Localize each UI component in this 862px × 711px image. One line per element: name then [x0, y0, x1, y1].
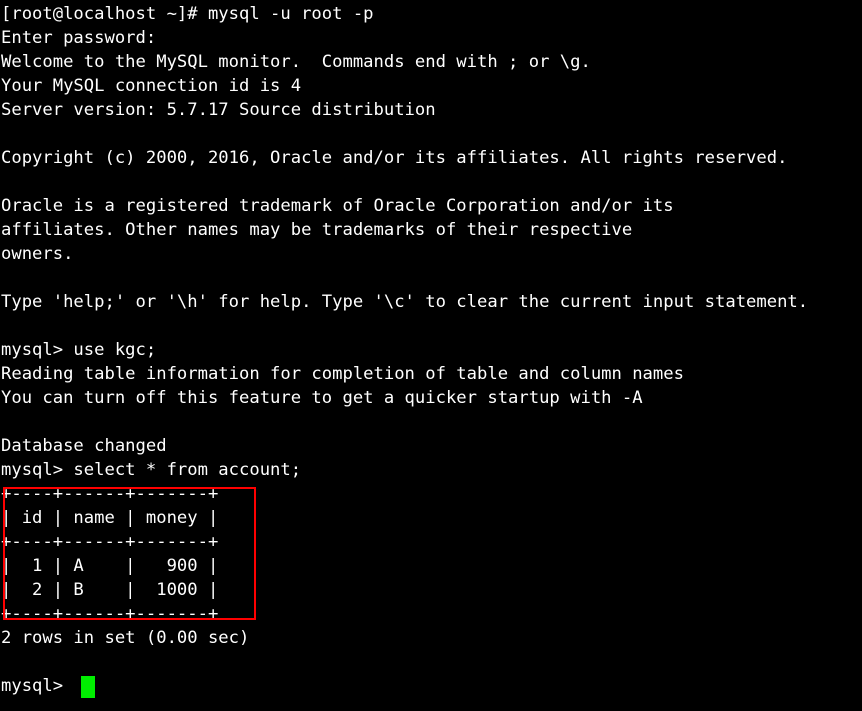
terminal-line-connection-id: Your MySQL connection id is 4: [1, 76, 302, 96]
terminal-line-blank-1: [1, 122, 861, 146]
result-table-row: | 2 | B | 1000 |: [1, 580, 219, 600]
result-table-header-row: | id | name | money |: [1, 508, 219, 528]
terminal-line-trademark-3: owners.: [1, 244, 74, 264]
terminal-line-trademark-1: Oracle is a registered trademark of Orac…: [1, 196, 674, 216]
terminal-line-password: Enter password:: [1, 28, 157, 48]
result-table-border-bottom: +----+------+-------+: [1, 604, 219, 624]
terminal-line-blank-5: [1, 410, 861, 434]
terminal-line-server-version: Server version: 5.7.17 Source distributi…: [1, 100, 436, 120]
terminal-line-use-database: mysql> use kgc;: [1, 340, 157, 360]
terminal-line-welcome: Welcome to the MySQL monitor. Commands e…: [1, 52, 591, 72]
terminal-window[interactable]: [root@localhost ~]# mysql -u root -p Ent…: [0, 0, 862, 711]
result-table-border-separator: +----+------+-------+: [1, 532, 219, 552]
result-table-row: | 1 | A | 900 |: [1, 556, 219, 576]
terminal-line-final-prompt: mysql>: [1, 676, 74, 696]
terminal-line-reading-table: Reading table information for completion…: [1, 364, 684, 384]
terminal-line-help-hint: Type 'help;' or '\h' for help. Type '\c'…: [1, 292, 809, 312]
terminal-line-blank-2: [1, 170, 861, 194]
terminal-screen[interactable]: [root@localhost ~]# mysql -u root -p Ent…: [1, 2, 861, 698]
terminal-cursor: [81, 676, 95, 698]
terminal-line-select-query: mysql> select * from account;: [1, 460, 302, 480]
terminal-line-shell-prompt: [root@localhost ~]# mysql -u root -p: [1, 4, 374, 24]
terminal-line-rows-in-set: 2 rows in set (0.00 sec): [1, 628, 250, 648]
terminal-line-copyright: Copyright (c) 2000, 2016, Oracle and/or …: [1, 148, 788, 168]
terminal-line-turn-off-hint: You can turn off this feature to get a q…: [1, 388, 643, 408]
terminal-line-database-changed: Database changed: [1, 436, 167, 456]
terminal-line-blank-3: [1, 266, 861, 290]
terminal-line-trademark-2: affiliates. Other names may be trademark…: [1, 220, 633, 240]
result-table-border-top: +----+------+-------+: [1, 484, 219, 504]
terminal-line-blank-6: [1, 650, 861, 674]
terminal-line-blank-4: [1, 314, 861, 338]
